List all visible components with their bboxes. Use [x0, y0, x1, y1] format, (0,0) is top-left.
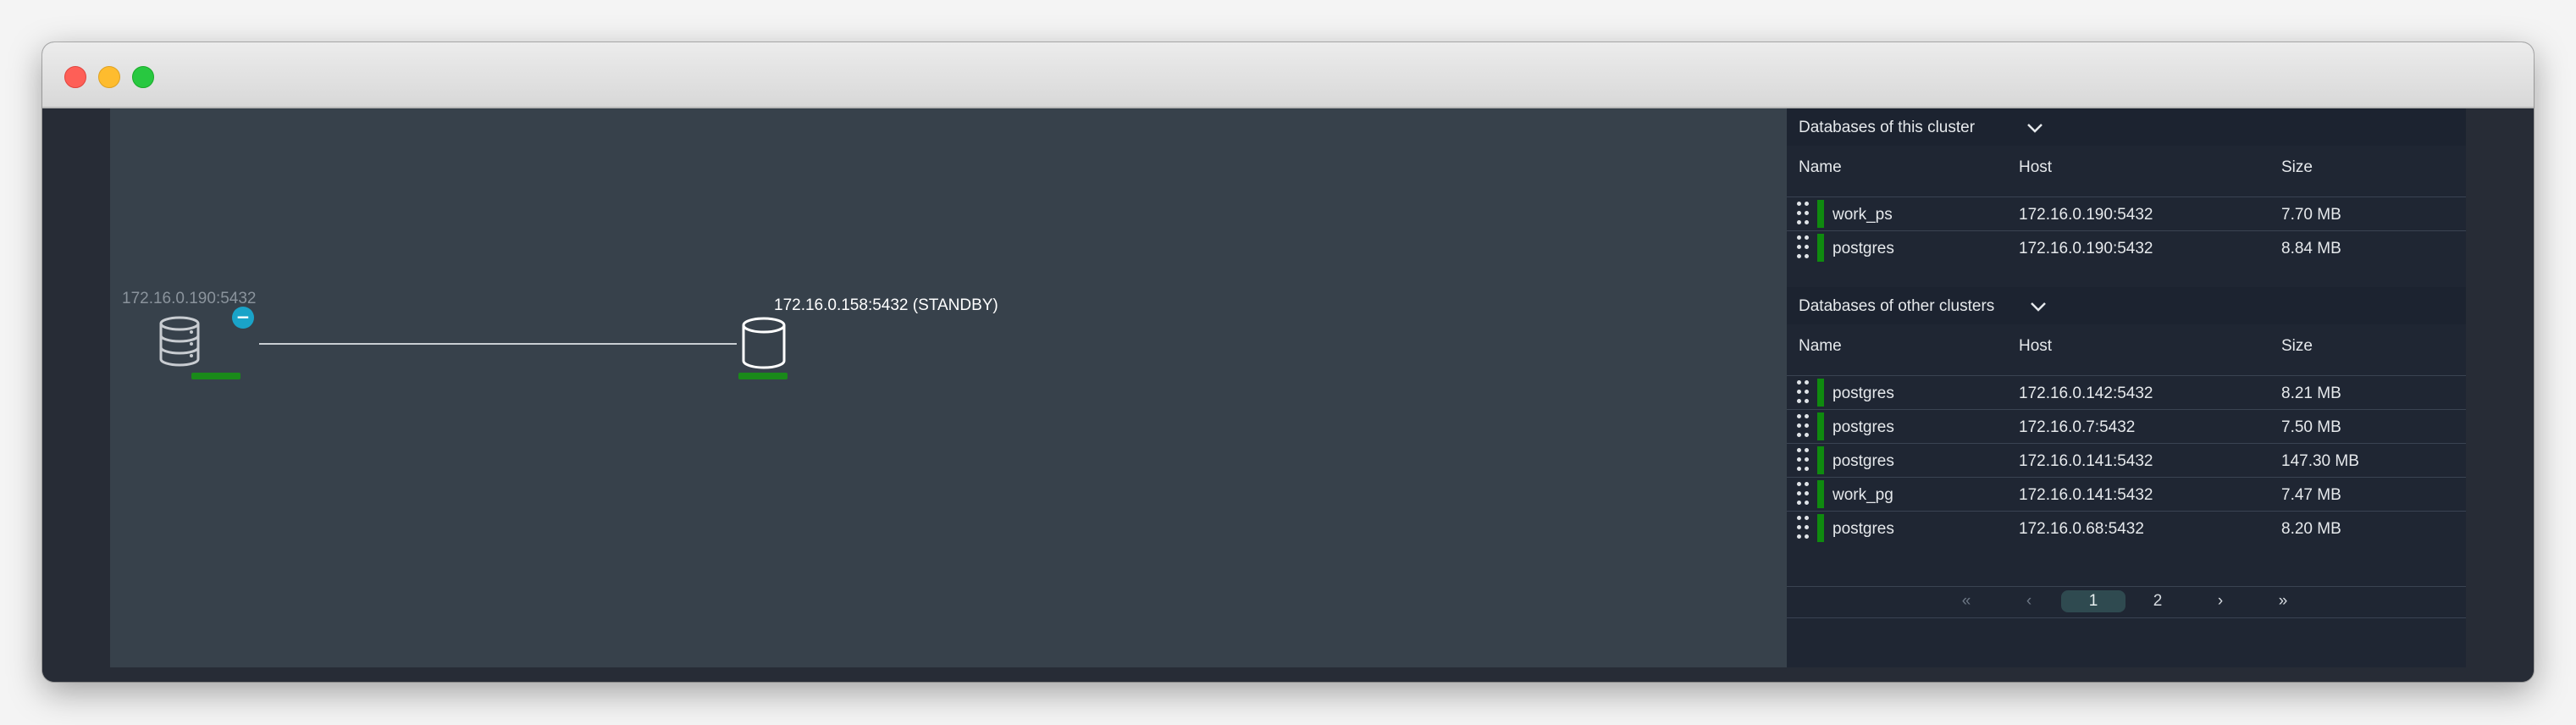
table-row[interactable]: postgres 172.16.0.190:5432 8.84 MB [1787, 230, 2466, 264]
db-host: 172.16.0.141:5432 [2019, 486, 2153, 504]
table-row[interactable]: postgres 172.16.0.68:5432 8.20 MB [1787, 511, 2466, 545]
page-1-button[interactable]: 1 [2061, 590, 2125, 612]
drag-handle-icon[interactable] [1797, 448, 1809, 473]
column-name[interactable]: Name [1799, 337, 1842, 356]
primary-node-status [191, 373, 240, 379]
node-badge-icon[interactable]: − [232, 307, 254, 329]
db-host: 172.16.0.190:5432 [2019, 206, 2153, 224]
replication-link [259, 343, 737, 345]
status-indicator [1817, 200, 1824, 228]
status-indicator [1817, 379, 1824, 407]
db-name: postgres [1832, 418, 1894, 436]
drag-handle-icon[interactable] [1797, 235, 1809, 261]
db-name: postgres [1832, 520, 1894, 538]
db-size: 147.30 MB [2281, 452, 2359, 470]
database-icon[interactable] [738, 315, 789, 374]
db-size: 7.47 MB [2281, 486, 2341, 504]
other-clusters-title: Databases of other clusters [1799, 297, 1995, 315]
db-size: 8.21 MB [2281, 385, 2341, 402]
db-host: 172.16.0.68:5432 [2019, 520, 2144, 538]
column-host[interactable]: Host [2019, 158, 2052, 177]
drag-handle-icon[interactable] [1797, 202, 1809, 227]
status-indicator [1817, 412, 1824, 440]
chevron-down-icon[interactable] [2027, 296, 2049, 318]
drag-handle-icon[interactable] [1797, 482, 1809, 507]
db-host: 172.16.0.190:5432 [2019, 240, 2153, 257]
topology-canvas[interactable]: 172.16.0.190:5432 − 172.16.0.158:5432 (S… [110, 108, 1787, 667]
close-window-button[interactable] [64, 66, 86, 88]
database-stack-icon[interactable] [149, 310, 217, 378]
standby-node-status [738, 373, 788, 379]
column-size[interactable]: Size [2281, 337, 2313, 356]
minimize-window-button[interactable] [98, 66, 120, 88]
title-bar [42, 42, 2534, 108]
this-cluster-title: Databases of this cluster [1799, 119, 1976, 136]
prev-page-button[interactable]: ‹ [2020, 590, 2037, 612]
status-indicator [1817, 480, 1824, 508]
primary-node-label: 172.16.0.190:5432 [122, 290, 257, 307]
other-clusters-table-header: Name Host Size [1787, 324, 2466, 368]
drag-handle-icon[interactable] [1797, 414, 1809, 440]
db-name: postgres [1832, 385, 1894, 402]
main-content: 172.16.0.190:5432 − 172.16.0.158:5432 (S… [42, 108, 2534, 682]
zoom-window-button[interactable] [132, 66, 154, 88]
last-page-button[interactable]: » [2271, 590, 2295, 612]
table-row[interactable]: work_ps 172.16.0.190:5432 7.70 MB [1787, 196, 2466, 230]
db-size: 8.20 MB [2281, 520, 2341, 538]
page-2-button[interactable]: 2 [2146, 590, 2170, 612]
db-size: 8.84 MB [2281, 240, 2341, 257]
this-cluster-header[interactable]: Databases of this cluster [1787, 108, 2466, 146]
db-name: postgres [1832, 452, 1894, 470]
this-cluster-table-header: Name Host Size [1787, 146, 2466, 190]
status-indicator [1817, 234, 1824, 262]
status-indicator [1817, 514, 1824, 542]
db-size: 7.50 MB [2281, 418, 2341, 436]
db-host: 172.16.0.142:5432 [2019, 385, 2153, 402]
first-page-button[interactable]: « [1954, 590, 1978, 612]
table-row[interactable]: postgres 172.16.0.7:5432 7.50 MB [1787, 409, 2466, 443]
db-name: work_ps [1832, 206, 1893, 224]
column-size[interactable]: Size [2281, 158, 2313, 177]
db-size: 7.70 MB [2281, 206, 2341, 224]
other-clusters-header[interactable]: Databases of other clusters [1787, 287, 2466, 324]
db-name: postgres [1832, 240, 1894, 257]
db-host: 172.16.0.7:5432 [2019, 418, 2136, 436]
table-row[interactable]: postgres 172.16.0.141:5432 147.30 MB [1787, 443, 2466, 477]
status-indicator [1817, 446, 1824, 474]
column-name[interactable]: Name [1799, 158, 1842, 177]
db-name: work_pg [1832, 486, 1893, 504]
table-row[interactable]: work_pg 172.16.0.141:5432 7.47 MB [1787, 477, 2466, 511]
chevron-down-icon[interactable] [2024, 117, 2046, 139]
pagination: « ‹ 1 2 › » [1787, 586, 2466, 618]
table-row[interactable]: postgres 172.16.0.142:5432 8.21 MB [1787, 375, 2466, 409]
standby-node-label: 172.16.0.158:5432 (STANDBY) [774, 296, 998, 314]
drag-handle-icon[interactable] [1797, 380, 1809, 406]
column-host[interactable]: Host [2019, 337, 2052, 356]
app-window: 172.16.0.190:5432 − 172.16.0.158:5432 (S… [42, 42, 2534, 682]
next-page-button[interactable]: › [2212, 590, 2229, 612]
databases-panel: Databases of this cluster Name Host Size… [1787, 108, 2466, 667]
db-host: 172.16.0.141:5432 [2019, 452, 2153, 470]
drag-handle-icon[interactable] [1797, 516, 1809, 541]
node-badge-label: − [235, 307, 251, 327]
